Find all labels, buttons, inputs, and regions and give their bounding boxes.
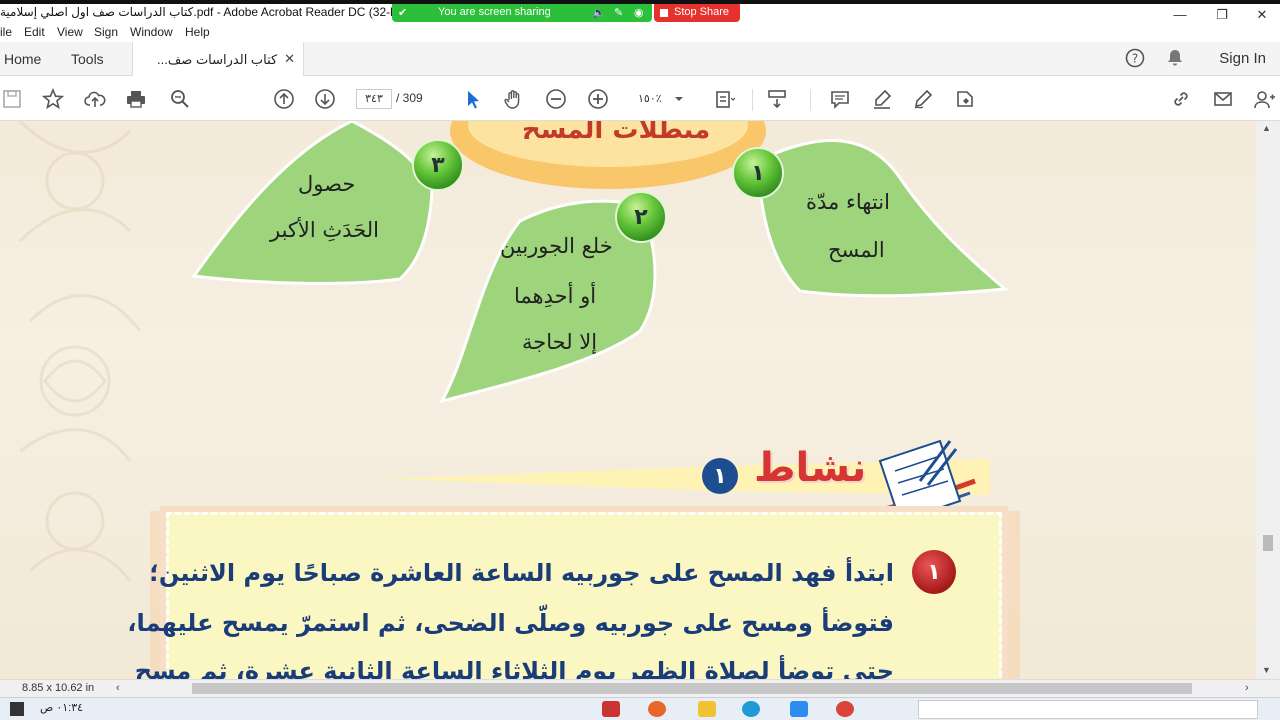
window-title-bar: كتاب الدراسات صف اول اصلي إسلامية.pdf - … <box>0 0 1280 22</box>
speaker-icon[interactable]: 🔈 <box>592 6 606 19</box>
stop-share-label: Stop Share <box>674 6 730 18</box>
paragraph-line-2: فتوضأ ومسح على جوربيه وصلّى الضحى، ثم اس… <box>127 609 894 637</box>
menu-bar: ile Edit View Sign Window Help <box>0 22 1280 42</box>
paragraph-line-1: ابتدأ فهد المسح على جوربيه الساعة العاشر… <box>149 559 894 587</box>
status-bar: 8.85 x 10.62 in ‹ › <box>0 679 1280 697</box>
horizontal-scroll-thumb[interactable] <box>192 683 1192 694</box>
add-user-icon[interactable] <box>1252 87 1276 111</box>
highlight-pen-icon[interactable] <box>870 87 894 111</box>
scroll-up-arrow-icon[interactable]: ▲ <box>1262 123 1271 133</box>
leaf-2-line-2: أو أحدِهما <box>514 284 597 308</box>
vertical-scroll-thumb[interactable] <box>1263 535 1273 551</box>
comment-icon[interactable] <box>828 87 852 111</box>
edge-icon[interactable] <box>742 701 760 717</box>
folder-icon[interactable] <box>698 701 716 717</box>
svg-text:?: ? <box>1132 52 1138 66</box>
next-page-icon[interactable] <box>313 87 337 111</box>
paragraph-line-3: حتى توضأ لصلاة الظهر يوم الثلاثاء الساعة… <box>134 657 894 679</box>
leaf-2-line-3: إلا لحاجة <box>522 330 598 354</box>
toolbar-divider <box>752 89 753 111</box>
vertical-scrollbar[interactable]: ▲ ▼ <box>1256 121 1280 679</box>
sign-in-button[interactable]: Sign In <box>1219 50 1266 67</box>
bookmark-star-icon[interactable] <box>41 87 65 111</box>
zoom-out-icon[interactable] <box>544 87 568 111</box>
zoom-app-icon[interactable] <box>790 701 808 717</box>
tab-tools[interactable]: Tools <box>71 51 104 67</box>
close-tab-icon[interactable]: ✕ <box>284 51 295 67</box>
page-total: / 309 <box>396 91 423 105</box>
previous-page-icon[interactable] <box>272 87 296 111</box>
leaf-number-3: ٣ <box>412 139 464 191</box>
close-window-icon[interactable]: ✕ <box>1252 7 1272 23</box>
leaf-3-line-2: الحَدَثِ الأكبر <box>270 218 379 242</box>
tab-bar: Home Tools كتاب الدراسات صف... ✕ ? Sign … <box>0 42 1280 76</box>
bell-icon[interactable] <box>1164 48 1186 70</box>
leaf-number-2: ٢ <box>615 191 667 243</box>
page-number-input[interactable]: ٣٤٣ <box>356 89 392 109</box>
shield-icon: ◉ <box>634 7 644 19</box>
page-size-label: 8.85 x 10.62 in <box>22 682 95 694</box>
chrome-icon[interactable] <box>836 701 854 717</box>
fit-page-icon[interactable] <box>712 87 736 111</box>
menu-help[interactable]: Help <box>185 25 210 39</box>
document-tab-label: كتاب الدراسات صف... <box>157 52 278 67</box>
menu-edit[interactable]: Edit <box>24 25 45 39</box>
scroll-mode-icon[interactable] <box>765 87 789 111</box>
leaf-number-1: ١ <box>732 147 784 199</box>
activity-text-box <box>166 512 1002 679</box>
tab-document[interactable]: كتاب الدراسات صف... ✕ <box>132 42 304 76</box>
toolbar-divider <box>810 89 811 111</box>
scroll-down-arrow-icon[interactable]: ▼ <box>1262 665 1271 675</box>
taskbar-search-box[interactable] <box>918 700 1258 719</box>
mic-off-icon[interactable]: ✎ <box>614 6 623 19</box>
menu-window[interactable]: Window <box>130 25 173 39</box>
item-number: ١ <box>912 550 956 594</box>
leaf-3-line-1: حصول <box>298 172 356 196</box>
scroll-right-arrow-icon[interactable]: › <box>1245 682 1249 694</box>
pdf-app-icon[interactable] <box>602 701 620 717</box>
document-view[interactable]: مبطلات المسح ٣ حصول الحَدَثِ الأكبر ٢ خل… <box>0 121 1256 679</box>
scroll-left-arrow-icon[interactable]: ‹ <box>116 682 120 694</box>
email-icon[interactable] <box>1211 87 1235 111</box>
fill-sign-icon[interactable] <box>953 87 977 111</box>
upload-cloud-icon[interactable] <box>83 87 107 111</box>
stop-share-button[interactable]: Stop Share <box>654 4 740 22</box>
firefox-icon[interactable] <box>648 701 666 717</box>
link-icon[interactable] <box>1169 87 1193 111</box>
check-icon: ✔ <box>398 7 408 19</box>
main-toolbar: ٣٤٣ / 309 ١٥٠٪ <box>0 77 1280 121</box>
restore-icon[interactable]: ❐ <box>1212 7 1232 23</box>
menu-sign[interactable]: Sign <box>94 25 118 39</box>
menu-file[interactable]: ile <box>0 25 12 39</box>
screen-sharing-banner[interactable]: ✔ You are screen sharing 🔈 ✎ ◉ <box>392 4 652 22</box>
leaf-1-line-1: انتهاء مدّة <box>806 190 890 214</box>
windows-taskbar: ٠١:٣٤ ص <box>0 697 1280 720</box>
header-title: مبطلات المسح <box>522 121 711 139</box>
screen-sharing-label: You are screen sharing <box>438 6 551 18</box>
activity-title: نشاط <box>754 445 867 491</box>
notification-icon[interactable] <box>10 702 24 716</box>
leaf-2-line-1: خلع الجوربين <box>500 234 613 258</box>
chevron-down-icon[interactable] <box>672 87 686 111</box>
save-icon[interactable] <box>0 87 24 111</box>
select-cursor-icon[interactable] <box>461 87 485 111</box>
taskbar-clock: ٠١:٣٤ ص <box>40 702 84 714</box>
sign-pen-icon[interactable] <box>911 87 935 111</box>
print-icon[interactable] <box>124 87 148 111</box>
window-title: كتاب الدراسات صف اول اصلي إسلامية.pdf - … <box>0 5 407 19</box>
tab-home[interactable]: Home <box>4 51 41 67</box>
menu-view[interactable]: View <box>57 25 83 39</box>
zoom-in-icon[interactable] <box>586 87 610 111</box>
stop-icon <box>660 9 668 17</box>
help-icon[interactable]: ? <box>1124 48 1146 70</box>
leaf-1-line-2: المسح <box>828 238 885 262</box>
hand-tool-icon[interactable] <box>502 87 526 111</box>
minimize-icon[interactable]: — <box>1170 7 1190 22</box>
zoom-search-icon[interactable] <box>168 87 192 111</box>
activity-number: ١ <box>702 458 738 494</box>
